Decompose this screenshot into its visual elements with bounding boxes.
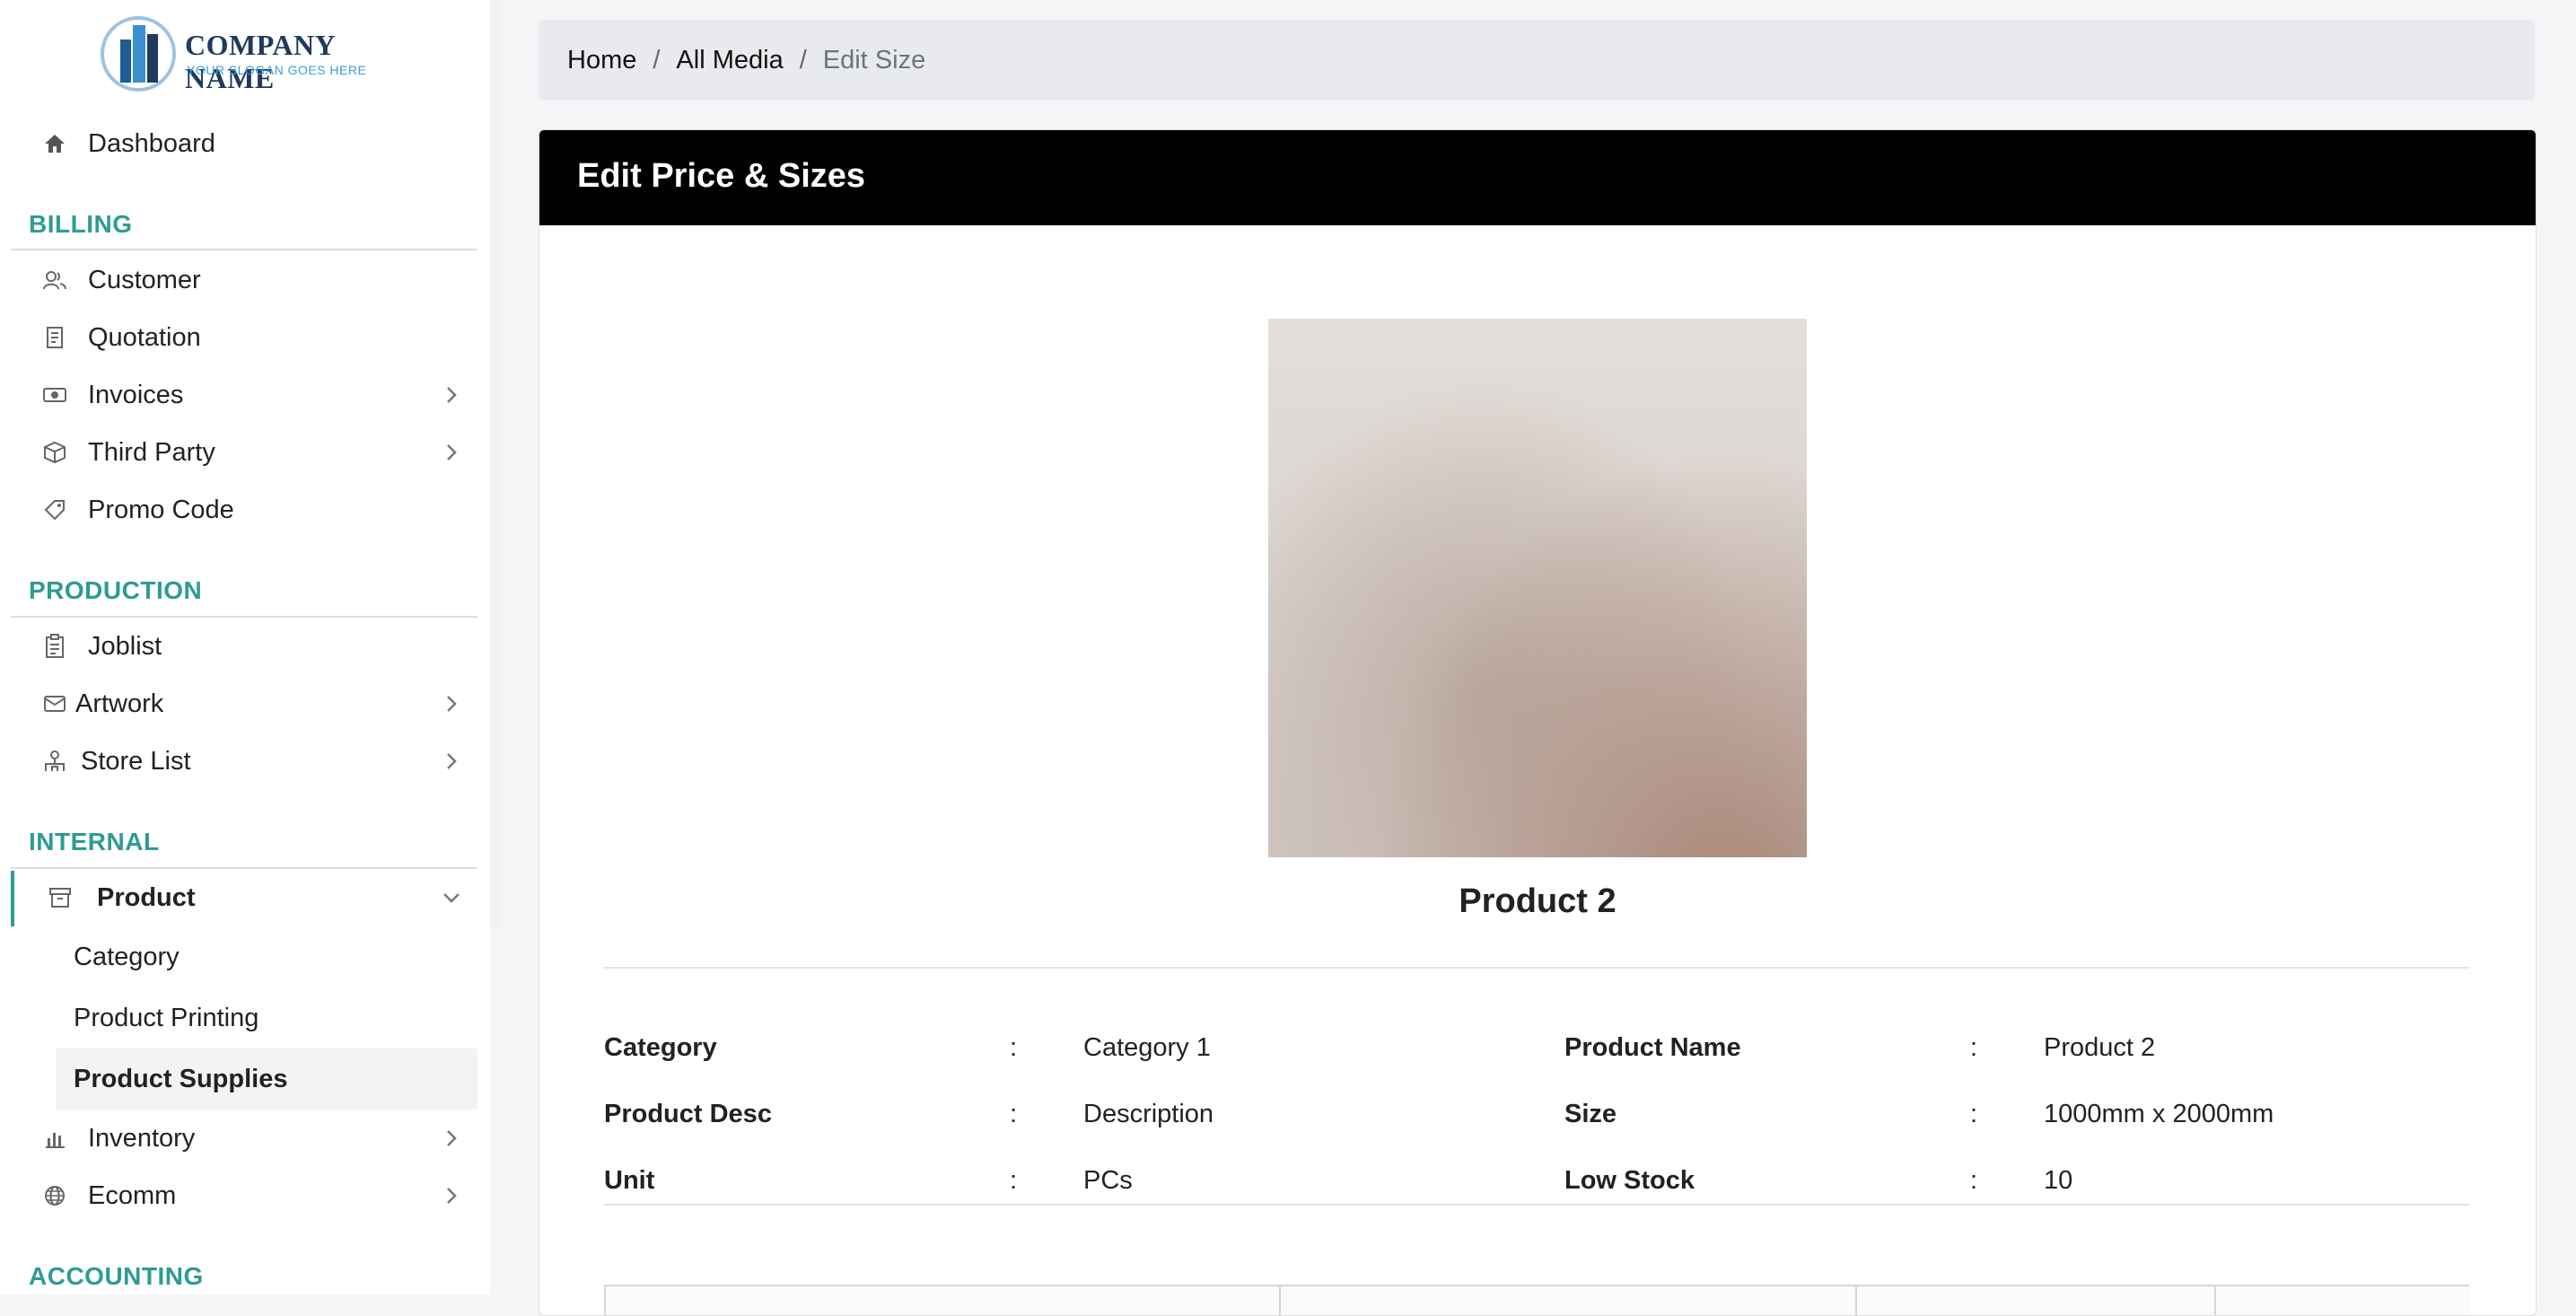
detail-value-product-name: Product 2	[2044, 1033, 2156, 1062]
detail-label-unit: Unit	[604, 1166, 655, 1195]
breadcrumb-all-media[interactable]: All Media	[676, 46, 783, 75]
detail-label-low-stock: Low Stock	[1564, 1166, 1695, 1195]
section-title-billing: BILLING	[29, 210, 133, 238]
money-icon	[41, 382, 68, 408]
sidebar-item-label: Promo Code	[88, 495, 234, 524]
clipboard-icon	[41, 633, 68, 660]
sidebar-item-inventory[interactable]: Inventory	[41, 1114, 463, 1162]
breadcrumb-home[interactable]: Home	[567, 46, 636, 75]
divider	[604, 1204, 2469, 1206]
detail-value-low-stock: 10	[2044, 1166, 2073, 1195]
sidebar-item-label: Invoices	[88, 380, 184, 409]
table-column-divider	[1855, 1286, 1857, 1315]
detail-colon: :	[1970, 1033, 1978, 1062]
archive-icon	[47, 884, 74, 911]
chevron-right-icon[interactable]	[440, 1127, 463, 1150]
sidebar-item-label: Ecomm	[88, 1180, 177, 1210]
chevron-right-icon[interactable]	[440, 1184, 463, 1207]
logo-building-icon	[101, 16, 176, 92]
table-column-divider	[604, 1286, 606, 1315]
company-name: COMPANY NAME	[185, 29, 336, 94]
sidebar-item-label: Customer	[88, 265, 201, 294]
active-indicator	[11, 871, 14, 926]
sidebar-item-joblist[interactable]: Joblist	[41, 622, 463, 671]
company-logo[interactable]: COMPANY NAME YOUR SLOGAN GOES HERE	[101, 13, 406, 95]
detail-colon: :	[1970, 1166, 1978, 1195]
sidebar-item-label: Product	[97, 882, 196, 912]
chevron-right-icon[interactable]	[440, 441, 463, 464]
document-icon	[41, 324, 68, 351]
section-title-production: PRODUCTION	[29, 576, 203, 604]
breadcrumb-separator: /	[653, 45, 661, 75]
chevron-right-icon[interactable]	[440, 750, 463, 773]
sidebar-item-label: Dashboard	[88, 128, 215, 158]
product-image	[1268, 319, 1807, 857]
card-header: Edit Price & Sizes	[539, 130, 2536, 225]
tag-icon	[41, 496, 68, 523]
sidebar-item-artwork[interactable]: Artwork	[41, 680, 463, 728]
sidebar-item-promo-code[interactable]: Promo Code	[41, 486, 463, 534]
sidebar-item-label: Artwork	[75, 689, 164, 718]
sizes-table-header	[604, 1285, 2469, 1315]
sidebar-item-customer[interactable]: Customer	[41, 256, 463, 304]
bar-chart-icon	[41, 1125, 68, 1152]
sidebar-item-label: Store List	[81, 746, 191, 776]
edit-price-sizes-card: Edit Price & Sizes Product 2 Category : …	[539, 129, 2537, 1316]
home-icon	[41, 130, 68, 157]
sidebar-item-store-list[interactable]: Store List	[41, 737, 463, 785]
card-title: Edit Price & Sizes	[577, 157, 866, 195]
chevron-right-icon[interactable]	[440, 383, 463, 407]
detail-value-product-desc: Description	[1083, 1100, 1214, 1128]
breadcrumb: Home / All Media / Edit Size	[539, 20, 2535, 101]
sidebar-item-third-party[interactable]: Third Party	[41, 428, 463, 477]
sidebar-subitem-category[interactable]: Category	[74, 943, 180, 972]
sidebar-item-label: Quotation	[88, 322, 201, 352]
section-divider	[11, 867, 478, 869]
detail-colon: :	[1010, 1166, 1018, 1195]
breadcrumb-separator: /	[799, 45, 807, 75]
section-title-internal: INTERNAL	[29, 828, 160, 855]
detail-label-size: Size	[1564, 1100, 1617, 1128]
detail-colon: :	[1010, 1100, 1018, 1128]
sidebar-item-label: Third Party	[88, 437, 215, 467]
section-divider	[11, 249, 478, 250]
section-title-accounting: ACCOUNTING	[29, 1262, 204, 1290]
envelope-icon	[41, 690, 68, 717]
detail-value-category: Category 1	[1083, 1033, 1211, 1062]
sidebar-item-invoices[interactable]: Invoices	[41, 371, 463, 419]
box-icon	[41, 439, 68, 466]
sidebar-subitem-product-printing[interactable]: Product Printing	[74, 1004, 258, 1033]
sidebar-item-quotation[interactable]: Quotation	[41, 313, 463, 362]
detail-value-size: 1000mm x 2000mm	[2044, 1100, 2274, 1128]
table-column-divider	[2214, 1286, 2216, 1315]
product-name-heading: Product 2	[1459, 882, 1617, 920]
store-icon	[41, 748, 68, 775]
sidebar-item-label: Inventory	[88, 1123, 196, 1153]
detail-label-category: Category	[604, 1033, 717, 1062]
detail-colon: :	[1010, 1033, 1018, 1062]
company-slogan: YOUR SLOGAN GOES HERE	[187, 63, 367, 77]
sidebar-item-label: Joblist	[88, 631, 162, 661]
table-column-divider	[1279, 1286, 1281, 1315]
users-icon	[41, 267, 68, 294]
sidebar-subitem-product-supplies[interactable]: Product Supplies	[74, 1065, 287, 1094]
sidebar-item-dashboard[interactable]: Dashboard	[41, 119, 463, 168]
sidebar-scrollbar[interactable]	[490, 0, 501, 929]
detail-value-unit: PCs	[1083, 1166, 1133, 1195]
detail-label-product-name: Product Name	[1564, 1033, 1741, 1062]
globe-icon	[41, 1182, 68, 1209]
sidebar-item-product[interactable]: Product	[47, 873, 463, 922]
chevron-right-icon[interactable]	[440, 692, 463, 715]
section-divider	[11, 616, 478, 618]
detail-colon: :	[1970, 1100, 1978, 1128]
chevron-down-icon[interactable]	[440, 886, 463, 909]
detail-label-product-desc: Product Desc	[604, 1100, 772, 1128]
breadcrumb-current: Edit Size	[822, 45, 926, 75]
sidebar: COMPANY NAME YOUR SLOGAN GOES HERE Dashb…	[0, 0, 490, 1294]
sidebar-item-ecomm[interactable]: Ecomm	[41, 1171, 463, 1220]
divider	[604, 967, 2469, 969]
